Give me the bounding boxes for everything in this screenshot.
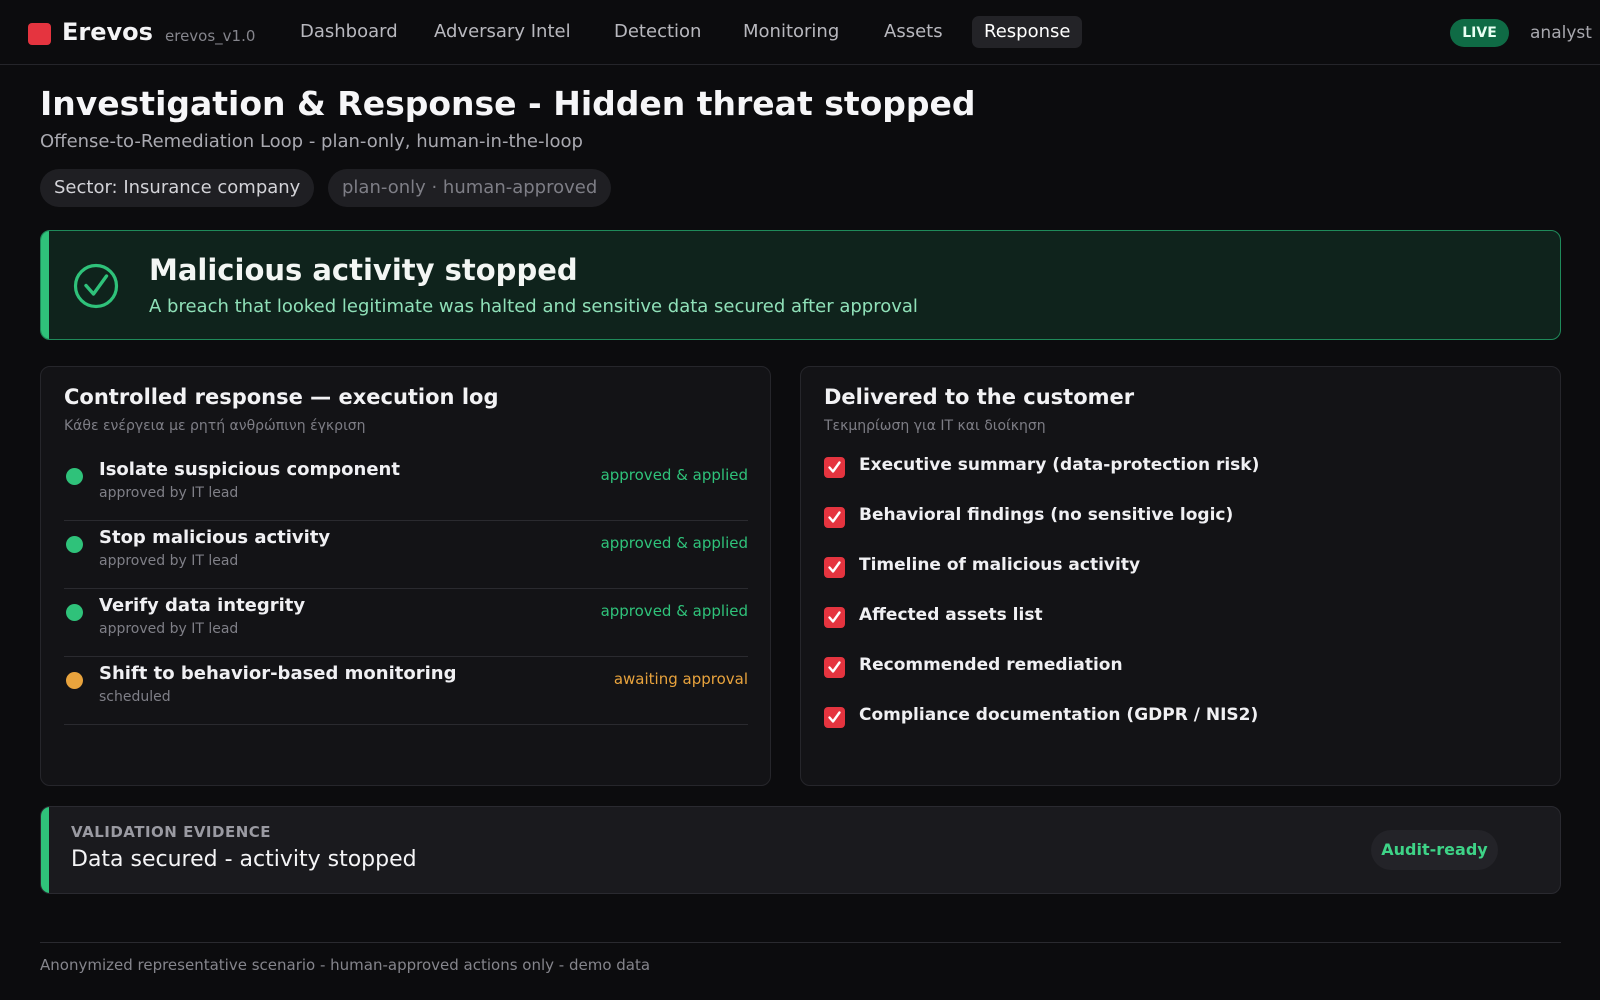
deliverable-label: Behavioral findings (no sensitive logic): [859, 505, 1234, 525]
deliverables-card: Delivered to the customer Τεκμηρίωση για…: [800, 366, 1561, 786]
log-action-name: Stop malicious activity: [99, 527, 331, 548]
deliverable-item[interactable]: Timeline of malicious activity: [824, 555, 1524, 585]
log-approver: approved by IT lead: [99, 621, 239, 637]
execution-log-title: Controlled response — execution log: [64, 385, 499, 409]
log-approver: approved by IT lead: [99, 553, 239, 569]
user-menu[interactable]: analyst: [1530, 23, 1592, 43]
checkbox-checked-icon: [824, 657, 845, 678]
validation-evidence-panel: VALIDATION EVIDENCE Data secured - activ…: [40, 806, 1561, 894]
deliverable-label: Affected assets list: [859, 605, 1043, 625]
nav-tab-monitoring[interactable]: Monitoring: [731, 16, 851, 48]
evidence-value: Data secured - activity stopped: [71, 847, 417, 872]
log-approver: approved by IT lead: [99, 485, 239, 501]
log-status: approved & applied: [600, 534, 748, 552]
banner-description: A breach that looked legitimate was halt…: [149, 296, 918, 317]
checkbox-checked-icon: [824, 607, 845, 628]
log-action-name: Isolate suspicious component: [99, 459, 400, 480]
log-action-name: Shift to behavior-based monitoring: [99, 663, 457, 684]
sector-chip: Sector: Insurance company: [40, 169, 315, 207]
log-row[interactable]: Isolate suspicious component approved by…: [64, 453, 748, 521]
nav-tab-dashboard[interactable]: Dashboard: [288, 16, 410, 48]
status-dot: [66, 536, 83, 553]
deliverable-label: Executive summary (data-protection risk): [859, 455, 1260, 475]
log-row[interactable]: Verify data integrity approved by IT lea…: [64, 589, 748, 657]
deliverable-item[interactable]: Executive summary (data-protection risk): [824, 455, 1524, 485]
execution-log-card: Controlled response — execution log Κάθε…: [40, 366, 771, 786]
nav-tab-adversary-intel[interactable]: Adversary Intel: [422, 16, 583, 48]
brand-name[interactable]: Erevos: [62, 18, 153, 46]
version-label: erevos_v1.0: [165, 27, 256, 45]
check-circle-icon: [73, 263, 119, 309]
deliverable-item[interactable]: Recommended remediation: [824, 655, 1524, 685]
deliverable-label: Timeline of malicious activity: [859, 555, 1141, 575]
top-navigation-bar: Erevos erevos_v1.0 Dashboard Adversary I…: [0, 0, 1600, 65]
log-status: approved & applied: [600, 466, 748, 484]
brand-logo-icon: [28, 23, 51, 45]
nav-tab-detection[interactable]: Detection: [602, 16, 713, 48]
checkbox-checked-icon: [824, 707, 845, 728]
footer-divider: [40, 942, 1561, 943]
banner-accent-bar: [41, 231, 49, 339]
audit-ready-badge[interactable]: Audit-ready: [1371, 830, 1498, 870]
execution-log-subtitle: Κάθε ενέργεια με ρητή ανθρώπινη έγκριση: [64, 418, 366, 434]
deliverable-item[interactable]: Affected assets list: [824, 605, 1524, 635]
deliverables-subtitle: Τεκμηρίωση για IT και διοίκηση: [824, 418, 1046, 434]
page-title: Investigation & Response - Hidden threat…: [40, 84, 976, 123]
deliverable-label: Compliance documentation (GDPR / NIS2): [859, 705, 1259, 725]
nav-tab-assets[interactable]: Assets: [872, 16, 955, 48]
deliverable-item[interactable]: Compliance documentation (GDPR / NIS2): [824, 705, 1524, 735]
status-dot: [66, 672, 83, 689]
checkbox-checked-icon: [824, 457, 845, 478]
log-row[interactable]: Stop malicious activity approved by IT l…: [64, 521, 748, 589]
log-row[interactable]: Shift to behavior-based monitoring sched…: [64, 657, 748, 725]
deliverable-item[interactable]: Behavioral findings (no sensitive logic): [824, 505, 1524, 535]
status-dot: [66, 604, 83, 621]
checkbox-checked-icon: [824, 557, 845, 578]
mode-chip: plan-only · human-approved: [328, 169, 612, 207]
evidence-accent-bar: [41, 807, 49, 893]
log-approver: scheduled: [99, 689, 171, 705]
deliverables-title: Delivered to the customer: [824, 385, 1135, 409]
evidence-label: VALIDATION EVIDENCE: [71, 823, 272, 841]
log-status: awaiting approval: [613, 670, 748, 688]
log-status: approved & applied: [600, 602, 748, 620]
checkbox-checked-icon: [824, 507, 845, 528]
log-action-name: Verify data integrity: [99, 595, 306, 616]
success-banner: Malicious activity stopped A breach that…: [40, 230, 1561, 340]
nav-tab-response[interactable]: Response: [972, 16, 1083, 48]
live-status-badge: LIVE: [1450, 19, 1509, 47]
footer-disclaimer: Anonymized representative scenario - hum…: [40, 956, 651, 974]
page-subtitle: Offense-to-Remediation Loop - plan-only,…: [40, 131, 583, 152]
status-dot: [66, 468, 83, 485]
banner-title: Malicious activity stopped: [149, 253, 578, 287]
deliverable-label: Recommended remediation: [859, 655, 1123, 675]
